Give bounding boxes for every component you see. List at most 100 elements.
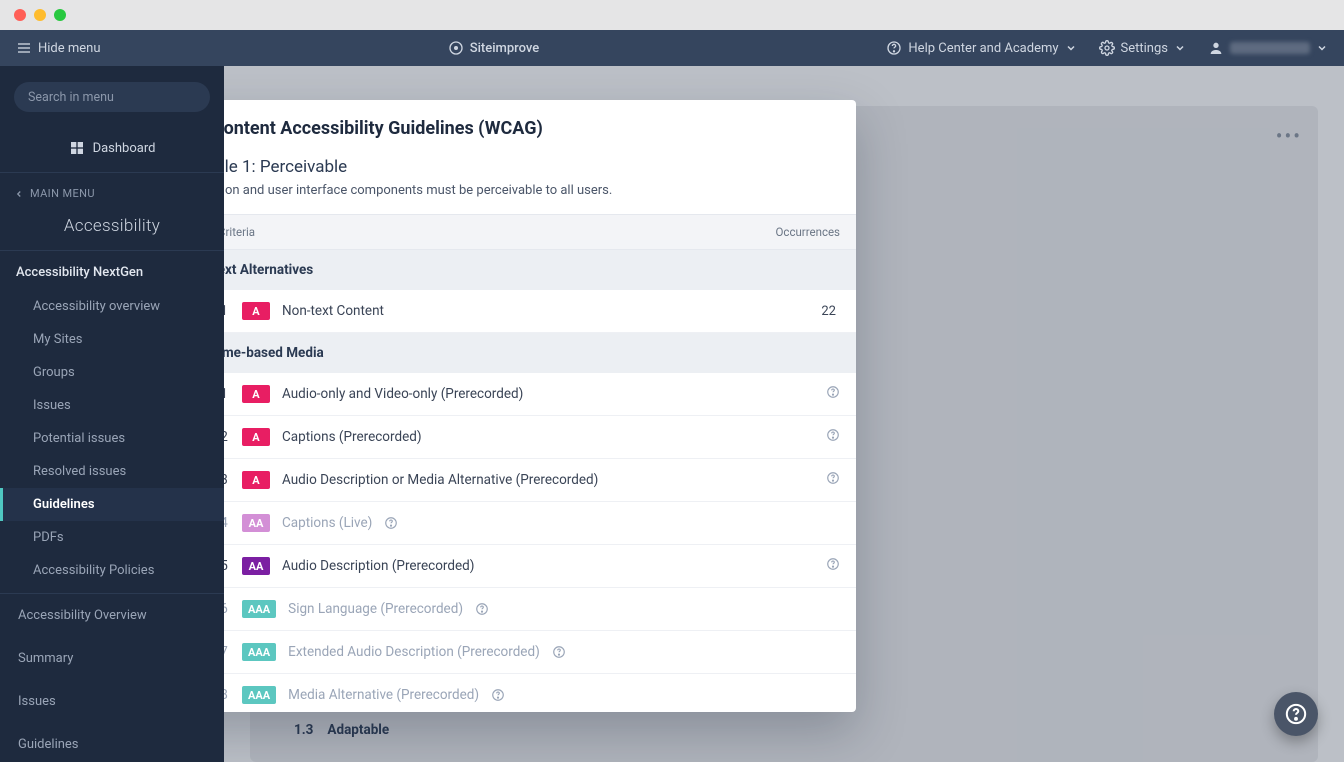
sidebar-item-resolved-issues[interactable]: Resolved issues <box>0 455 224 488</box>
topbar: Hide menu Siteimprove Help Center and Ac… <box>0 30 1344 66</box>
settings-label: Settings <box>1121 41 1168 56</box>
level-badge: AA <box>242 557 270 575</box>
criteria-number: 1.2.5 <box>224 558 230 574</box>
mainmenu-back-button[interactable]: MAIN MENU <box>0 173 224 210</box>
column-headers: Success Criteria Occurrences <box>224 214 856 250</box>
sidebar-item-summary[interactable]: Summary <box>0 637 224 680</box>
criteria-row: 1.2.7 AAA Extended Audio Description (Prer… <box>224 631 856 674</box>
level-badge: A <box>242 428 270 446</box>
user-icon <box>1208 40 1224 56</box>
wcag-panel: Web Content Accessibility Guidelines (WC… <box>224 100 856 712</box>
section-title: Accessibility <box>0 210 224 250</box>
principle-desc: Information and user interface component… <box>224 183 840 198</box>
sidebar-item-accessibility-overview[interactable]: Accessibility Overview <box>0 594 224 637</box>
criteria-number: 1.2.2 <box>224 429 230 445</box>
info-icon[interactable] <box>826 428 840 442</box>
criteria-row[interactable]: 1.2.1 A Audio-only and Video-only (Prereco… <box>224 373 856 416</box>
info-icon[interactable] <box>826 471 840 485</box>
info-icon[interactable] <box>491 688 505 702</box>
user-menu-button[interactable] <box>1208 40 1328 56</box>
chevron-down-icon <box>1316 42 1328 54</box>
criteria-number: 1.2.4 <box>224 515 230 531</box>
col-success-criteria: Success Criteria <box>224 225 255 239</box>
criteria-number: 1.2.7 <box>224 644 230 660</box>
sidebar-item-accessibility-overview[interactable]: Accessibility overview <box>0 290 224 323</box>
help-icon <box>1285 703 1307 725</box>
dashboard-icon <box>69 140 85 156</box>
window-chrome <box>0 0 1344 30</box>
level-badge: AAA <box>242 600 276 618</box>
window-minimize-icon[interactable] <box>34 9 46 21</box>
level-badge: AAA <box>242 686 276 704</box>
mainmenu-label: MAIN MENU <box>30 187 95 200</box>
criteria-title: Audio Description or Media Alternative (… <box>282 472 598 488</box>
group-title: Text Alternatives <box>224 262 313 278</box>
sidebar-item-potential-issues[interactable]: Potential issues <box>0 422 224 455</box>
chevron-down-icon <box>1174 42 1186 54</box>
window-close-icon[interactable] <box>14 9 26 21</box>
window-maximize-icon[interactable] <box>54 9 66 21</box>
sidebar-item-groups[interactable]: Groups <box>0 356 224 389</box>
occurrences-value: 22 <box>821 304 840 319</box>
hide-menu-button[interactable]: Hide menu <box>16 40 101 56</box>
criteria-number: 1.2.1 <box>224 386 230 402</box>
criteria-title: Captions (Prerecorded) <box>282 429 422 445</box>
info-icon[interactable] <box>384 516 398 530</box>
col-occurrences: Occurrences <box>776 225 840 239</box>
info-icon[interactable] <box>552 645 566 659</box>
criteria-row[interactable]: 1.2.5AAAudio Description (Prerecorded) <box>224 545 856 588</box>
main-area: ••• 1.3 Adaptable Web Content Accessibil… <box>224 66 1344 762</box>
more-menu-button[interactable]: ••• <box>1276 124 1302 148</box>
help-center-button[interactable]: Help Center and Academy <box>886 40 1076 56</box>
level-badge: A <box>242 471 270 489</box>
chevron-down-icon <box>1065 42 1077 54</box>
group-num: 1.3 <box>294 722 313 738</box>
sidebar-item-issues[interactable]: Issues <box>0 680 224 723</box>
brand-icon <box>448 40 464 56</box>
group-header-text-alternatives: 1.1 Text Alternatives <box>224 250 856 290</box>
chevron-left-icon <box>14 189 24 199</box>
hamburger-icon <box>16 40 32 56</box>
hide-menu-label: Hide menu <box>38 41 101 56</box>
group-title: Adaptable <box>327 722 389 738</box>
criteria-number: 1.2.8 <box>224 687 230 703</box>
settings-button[interactable]: Settings <box>1099 40 1186 56</box>
dashboard-link[interactable]: Dashboard <box>0 122 224 173</box>
criteria-row[interactable]: 1.2.2 A Captions (Prerecorded) <box>224 416 856 459</box>
sidebar: Search in menu Dashboard MAIN MENU Acces… <box>0 66 224 762</box>
search-placeholder: Search in menu <box>28 90 114 105</box>
criteria-title: Sign Language (Prerecorded) <box>288 601 463 617</box>
brand: Siteimprove <box>448 40 539 56</box>
criteria-title: Non-text Content <box>282 303 384 319</box>
sidebar-item-guidelines[interactable]: Guidelines <box>0 488 224 521</box>
panel-title: Web Content Accessibility Guidelines (WC… <box>224 118 840 139</box>
sidebar-item-guidelines[interactable]: Guidelines <box>0 723 224 762</box>
criteria-row[interactable]: 1.2.3AAudio Description or Media Alterna… <box>224 459 856 502</box>
level-badge: A <box>242 302 270 320</box>
sidebar-item-my-sites[interactable]: My Sites <box>0 323 224 356</box>
help-fab-button[interactable] <box>1274 692 1318 736</box>
level-badge: AA <box>242 514 270 532</box>
criteria-number: 1.2.6 <box>224 601 230 617</box>
level-badge: A <box>242 385 270 403</box>
info-icon[interactable] <box>826 385 840 399</box>
gear-icon <box>1099 40 1115 56</box>
sidebar-item-issues[interactable]: Issues <box>0 389 224 422</box>
user-name <box>1230 42 1310 54</box>
criteria-row: 1.2.4AACaptions (Live) <box>224 502 856 545</box>
criteria-title: Extended Audio Description (Prerecorded) <box>288 644 540 660</box>
criteria-row: 1.2.6 AAA Sign Language (Prerecorded) <box>224 588 856 631</box>
group-header-adaptable: 1.3 Adaptable <box>250 710 1318 750</box>
criteria-row[interactable]: 1.1.1 A Non-text Content 22 <box>224 290 856 333</box>
info-icon[interactable] <box>826 557 840 571</box>
brand-label: Siteimprove <box>470 41 539 56</box>
criteria-number: 1.1.1 <box>224 303 230 319</box>
sidebar-item-pdfs[interactable]: PDFs <box>0 521 224 554</box>
search-input[interactable]: Search in menu <box>14 82 210 112</box>
info-icon[interactable] <box>475 602 489 616</box>
dashboard-label: Dashboard <box>93 141 156 156</box>
group-header-time-based-media: 1.2 Time-based Media <box>224 333 856 373</box>
criteria-title: Audio-only and Video-only (Prerecorded) <box>282 386 523 402</box>
sidebar-item-accessibility-policies[interactable]: Accessibility Policies <box>0 554 224 587</box>
level-badge: AAA <box>242 643 276 661</box>
